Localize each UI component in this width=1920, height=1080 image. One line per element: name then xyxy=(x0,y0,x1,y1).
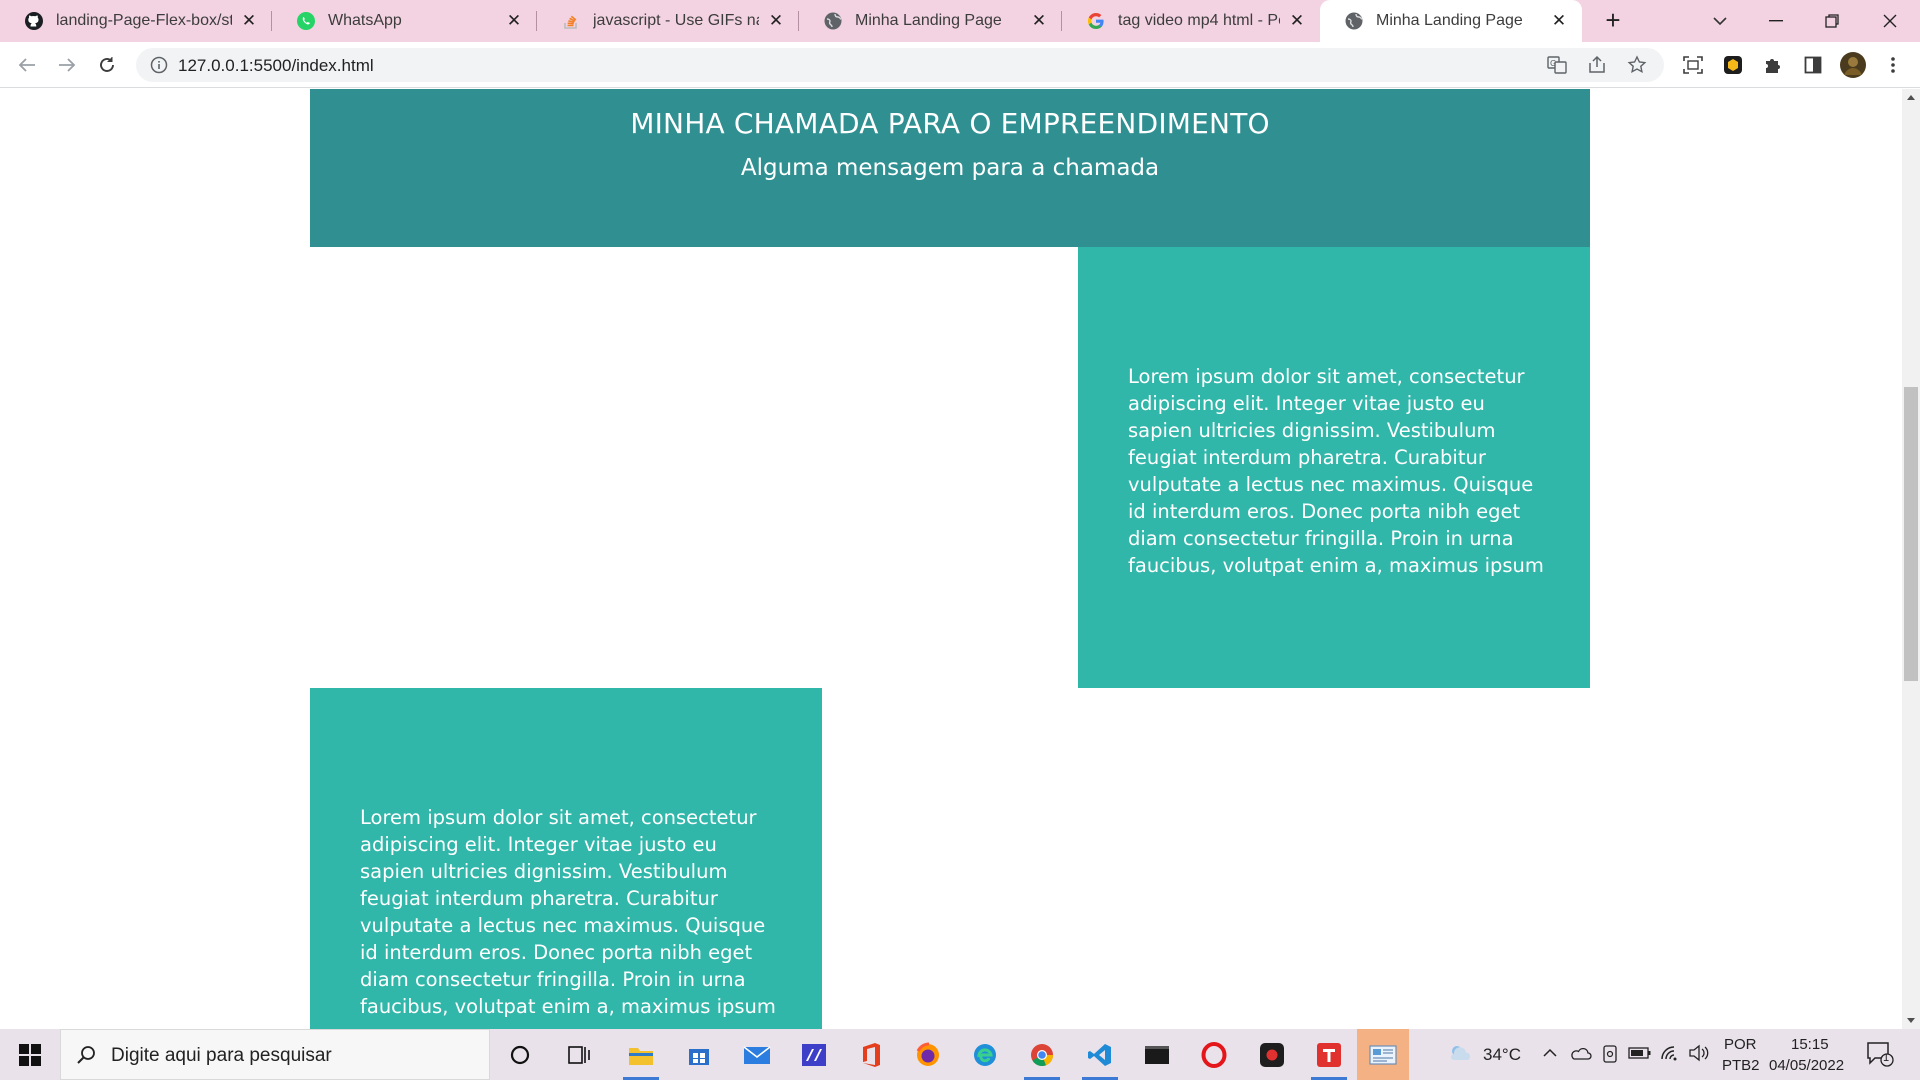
search-icon xyxy=(75,1044,97,1066)
scroll-down-arrow-icon[interactable] xyxy=(1902,1013,1920,1027)
whatsapp-icon xyxy=(296,11,316,31)
back-arrow-icon[interactable] xyxy=(12,50,42,80)
tab-search-chevron-icon[interactable] xyxy=(1700,6,1740,36)
tab-landing-page[interactable]: Minha Landing Page ✕ xyxy=(799,0,1062,42)
mail-icon[interactable] xyxy=(731,1029,783,1080)
terminal-icon[interactable] xyxy=(1131,1029,1183,1080)
close-icon[interactable]: ✕ xyxy=(240,12,258,30)
task-view-icon[interactable] xyxy=(553,1029,605,1080)
tab-landing-page-active[interactable]: Minha Landing Page ✕ xyxy=(1320,0,1582,42)
avatar[interactable] xyxy=(1838,50,1868,80)
battery-icon[interactable] xyxy=(1628,1046,1652,1064)
visual-studio-app-icon[interactable] xyxy=(788,1029,840,1080)
keyboard-layout[interactable]: PTB2 xyxy=(1722,1057,1760,1074)
firefox-icon[interactable] xyxy=(902,1029,954,1080)
scrollbar-thumb[interactable] xyxy=(1904,387,1918,681)
tab-title: tag video mp4 html - Pesq xyxy=(1118,12,1280,29)
search-placeholder: Digite aqui para pesquisar xyxy=(111,1045,332,1066)
content-box-left-text: Lorem ipsum dolor sit amet, consectetur … xyxy=(360,806,776,1018)
device-icon[interactable] xyxy=(1601,1044,1619,1068)
forward-arrow-icon[interactable] xyxy=(52,50,82,80)
file-explorer-icon[interactable] xyxy=(615,1029,667,1080)
clock-time[interactable]: 15:15 xyxy=(1791,1036,1829,1053)
language-code[interactable]: POR xyxy=(1724,1036,1757,1053)
kebab-menu-icon[interactable] xyxy=(1878,50,1908,80)
taskbar-search-box[interactable]: Digite aqui para pesquisar xyxy=(60,1029,490,1080)
chrome-icon[interactable] xyxy=(1016,1029,1068,1080)
translate-icon[interactable]: G xyxy=(1546,54,1568,76)
globe-icon xyxy=(1344,11,1364,31)
extension-icon[interactable] xyxy=(1718,50,1748,80)
content-box-left: Lorem ipsum dolor sit amet, consectetur … xyxy=(310,688,822,1029)
hero-banner: MINHA CHAMADA PARA O EMPREENDIMENTO Algu… xyxy=(310,89,1590,247)
notification-count: 1 xyxy=(1883,1052,1890,1064)
tab-google-search[interactable]: tag video mp4 html - Pesq ✕ xyxy=(1062,0,1320,42)
browser-toolbar: 127.0.0.1:5500/index.html G xyxy=(0,42,1920,88)
windows-taskbar: Digite aqui para pesquisar 34°C POR PTB2… xyxy=(0,1029,1920,1080)
info-icon[interactable] xyxy=(150,56,168,74)
edge-icon[interactable] xyxy=(959,1029,1011,1080)
tab-whatsapp[interactable]: WhatsApp ✕ xyxy=(272,0,537,42)
hero-title: MINHA CHAMADA PARA O EMPREENDIMENTO xyxy=(630,107,1270,140)
tab-title: landing-Page-Flex-box/styl xyxy=(56,12,232,29)
close-icon[interactable]: ✕ xyxy=(767,12,785,30)
close-icon[interactable]: ✕ xyxy=(1550,12,1568,30)
puzzle-icon[interactable] xyxy=(1758,50,1788,80)
cortana-icon[interactable] xyxy=(494,1029,546,1080)
control-panel-icon[interactable] xyxy=(1357,1029,1409,1080)
wifi-icon[interactable] xyxy=(1660,1043,1680,1067)
vscode-icon[interactable] xyxy=(1074,1029,1126,1080)
notification-center-icon[interactable] xyxy=(1866,1041,1894,1071)
weather-icon[interactable] xyxy=(1448,1042,1472,1068)
restore-icon[interactable] xyxy=(1812,6,1852,36)
opera-icon[interactable] xyxy=(1188,1029,1240,1080)
url-text[interactable]: 127.0.0.1:5500/index.html xyxy=(178,56,374,76)
globe-icon xyxy=(823,11,843,31)
weather-temperature[interactable]: 34°C xyxy=(1483,1045,1521,1065)
office-icon[interactable] xyxy=(845,1029,897,1080)
side-panel-icon[interactable] xyxy=(1798,50,1828,80)
screen-capture-icon[interactable] xyxy=(1678,50,1708,80)
microsoft-store-icon[interactable] xyxy=(673,1029,725,1080)
svg-text:G: G xyxy=(1550,59,1556,68)
bookmark-star-icon[interactable] xyxy=(1626,54,1648,76)
tab-github[interactable]: landing-Page-Flex-box/styl ✕ xyxy=(0,0,272,42)
content-box-right-text: Lorem ipsum dolor sit amet, consectetur … xyxy=(1128,365,1544,577)
tab-strip: landing-Page-Flex-box/styl ✕ WhatsApp ✕ … xyxy=(0,0,1920,42)
volume-icon[interactable] xyxy=(1688,1044,1710,1066)
address-bar[interactable]: 127.0.0.1:5500/index.html G xyxy=(136,48,1664,82)
close-window-icon[interactable] xyxy=(1870,6,1910,36)
reload-icon[interactable] xyxy=(92,50,122,80)
close-icon[interactable]: ✕ xyxy=(1030,12,1048,30)
chevron-up-icon[interactable] xyxy=(1542,1043,1558,1067)
minimize-icon[interactable] xyxy=(1756,6,1796,36)
content-box-right: Lorem ipsum dolor sit amet, consectetur … xyxy=(1078,247,1590,688)
tab-title: Minha Landing Page xyxy=(855,12,1002,29)
share-icon[interactable] xyxy=(1586,54,1608,76)
screen-recorder-icon[interactable] xyxy=(1246,1029,1298,1080)
close-icon[interactable]: ✕ xyxy=(505,12,523,30)
hero-subtitle: Alguma mensagem para a chamada xyxy=(740,155,1160,181)
tab-title: WhatsApp xyxy=(328,12,402,29)
google-icon xyxy=(1086,11,1106,31)
page-viewport: MINHA CHAMADA PARA O EMPREENDIMENTO Algu… xyxy=(0,89,1902,1029)
tab-stackoverflow[interactable]: javascript - Use GIFs na tag ✕ xyxy=(537,0,799,42)
tab-title: Minha Landing Page xyxy=(1376,12,1523,29)
stackoverflow-icon xyxy=(561,11,581,31)
todoist-app-icon[interactable] xyxy=(1303,1029,1355,1080)
github-icon xyxy=(24,11,44,31)
new-tab-button[interactable]: + xyxy=(1598,6,1628,36)
close-icon[interactable]: ✕ xyxy=(1288,12,1306,30)
scroll-up-arrow-icon[interactable] xyxy=(1902,91,1920,105)
onedrive-icon[interactable] xyxy=(1570,1045,1592,1065)
tab-title: javascript - Use GIFs na tag xyxy=(593,12,759,29)
vertical-scrollbar[interactable] xyxy=(1902,89,1920,1029)
windows-start-icon[interactable] xyxy=(0,1029,60,1080)
clock-date[interactable]: 04/05/2022 xyxy=(1769,1057,1844,1074)
